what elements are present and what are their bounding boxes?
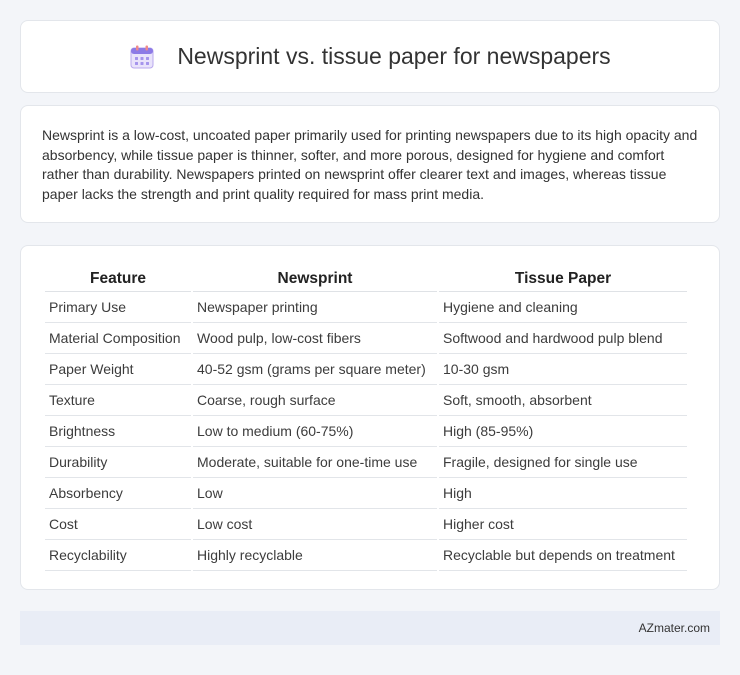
newsprint-cell: Coarse, rough surface [193, 385, 437, 416]
table-row: Texture Coarse, rough surface Soft, smoo… [45, 385, 687, 416]
tissue-cell: Hygiene and cleaning [439, 292, 687, 323]
table-row: Durability Moderate, suitable for one-ti… [45, 447, 687, 478]
table-row: Cost Low cost Higher cost [45, 509, 687, 540]
page-title: Newsprint vs. tissue paper for newspaper… [177, 43, 611, 69]
tissue-cell: Softwood and hardwood pulp blend [439, 323, 687, 354]
feature-cell: Cost [45, 509, 191, 540]
comparison-card: Feature Newsprint Tissue Paper Primary U… [20, 245, 720, 590]
table-row: Brightness Low to medium (60-75%) High (… [45, 416, 687, 447]
table-row: Absorbency Low High [45, 478, 687, 509]
table-row: Recyclability Highly recyclable Recyclab… [45, 540, 687, 571]
tissue-cell: Recyclable but depends on treatment [439, 540, 687, 571]
feature-cell: Texture [45, 385, 191, 416]
tissue-cell: High (85-95%) [439, 416, 687, 447]
newsprint-cell: Moderate, suitable for one-time use [193, 447, 437, 478]
feature-cell: Paper Weight [45, 354, 191, 385]
newsprint-cell: Low [193, 478, 437, 509]
tissue-cell: Soft, smooth, absorbent [439, 385, 687, 416]
header-tissue-paper: Tissue Paper [439, 265, 687, 292]
newsprint-cell: Low cost [193, 509, 437, 540]
title-card: Newsprint vs. tissue paper for newspaper… [20, 20, 720, 93]
feature-cell: Durability [45, 447, 191, 478]
intro-paragraph: Newsprint is a low-cost, uncoated paper … [42, 127, 698, 202]
tissue-cell: 10-30 gsm [439, 354, 687, 385]
table-row: Paper Weight 40-52 gsm (grams per square… [45, 354, 687, 385]
tissue-cell: Higher cost [439, 509, 687, 540]
footer-site-link[interactable]: AZmater.com [639, 621, 710, 635]
newsprint-cell: Highly recyclable [193, 540, 437, 571]
calendar-icon [130, 45, 154, 68]
newsprint-cell: Wood pulp, low-cost fibers [193, 323, 437, 354]
feature-cell: Absorbency [45, 478, 191, 509]
feature-cell: Material Composition [45, 323, 191, 354]
footer: AZmater.com [20, 611, 720, 645]
table-header-row: Feature Newsprint Tissue Paper [45, 265, 687, 292]
feature-cell: Primary Use [45, 292, 191, 323]
intro-card: Newsprint is a low-cost, uncoated paper … [20, 105, 720, 223]
feature-cell: Recyclability [45, 540, 191, 571]
newsprint-cell: 40-52 gsm (grams per square meter) [193, 354, 437, 385]
header-newsprint: Newsprint [193, 265, 437, 292]
table-row: Primary Use Newspaper printing Hygiene a… [45, 292, 687, 323]
newsprint-cell: Newspaper printing [193, 292, 437, 323]
tissue-cell: High [439, 478, 687, 509]
newsprint-cell: Low to medium (60-75%) [193, 416, 437, 447]
table-row: Material Composition Wood pulp, low-cost… [45, 323, 687, 354]
header-feature: Feature [45, 265, 191, 292]
comparison-table: Feature Newsprint Tissue Paper Primary U… [43, 265, 689, 571]
tissue-cell: Fragile, designed for single use [439, 447, 687, 478]
feature-cell: Brightness [45, 416, 191, 447]
